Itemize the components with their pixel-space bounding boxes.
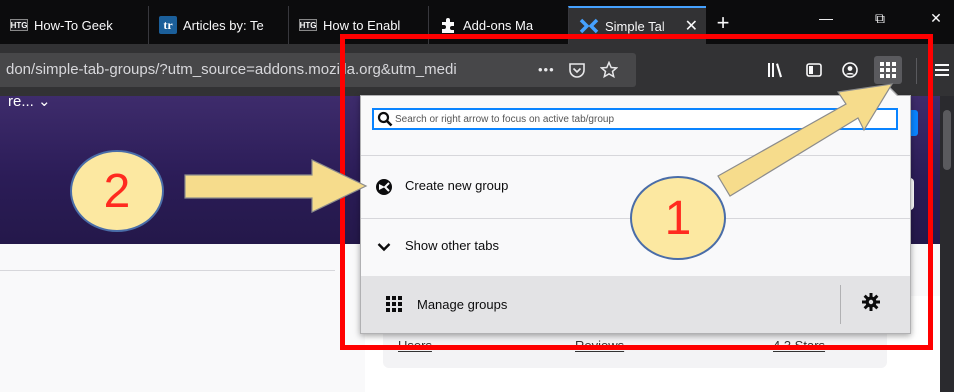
tab-title: How to Enabl bbox=[323, 17, 401, 33]
restore-button[interactable]: ⧉ bbox=[866, 10, 894, 27]
tab-how-to-geek[interactable]: HTG How-To Geek bbox=[0, 6, 148, 44]
tab-title: Simple Tal bbox=[605, 18, 665, 34]
tab-title: How-To Geek bbox=[34, 17, 113, 33]
callout-2: 2 bbox=[70, 150, 164, 232]
highlight-box bbox=[340, 34, 933, 350]
scrollbar-thumb[interactable] bbox=[943, 110, 951, 170]
tab-articles-by[interactable]: tr Articles by: Te bbox=[148, 6, 288, 44]
htg-favicon: HTG bbox=[10, 19, 28, 31]
close-window-button[interactable]: ✕ bbox=[922, 10, 950, 27]
tr-favicon: tr bbox=[159, 16, 177, 34]
divider bbox=[0, 270, 335, 271]
tab-title: Articles by: Te bbox=[183, 17, 264, 33]
more-dropdown[interactable]: re... ⌄ bbox=[8, 92, 51, 110]
callout-1: 1 bbox=[630, 176, 726, 260]
minimize-button[interactable]: — bbox=[812, 10, 840, 26]
htg-favicon: HTG bbox=[299, 19, 317, 31]
tab-title: Add-ons Ma bbox=[463, 17, 534, 33]
close-tab-icon[interactable]: ✕ bbox=[685, 16, 698, 36]
puzzle-piece-icon bbox=[439, 16, 457, 34]
simple-tab-groups-icon bbox=[579, 17, 599, 35]
